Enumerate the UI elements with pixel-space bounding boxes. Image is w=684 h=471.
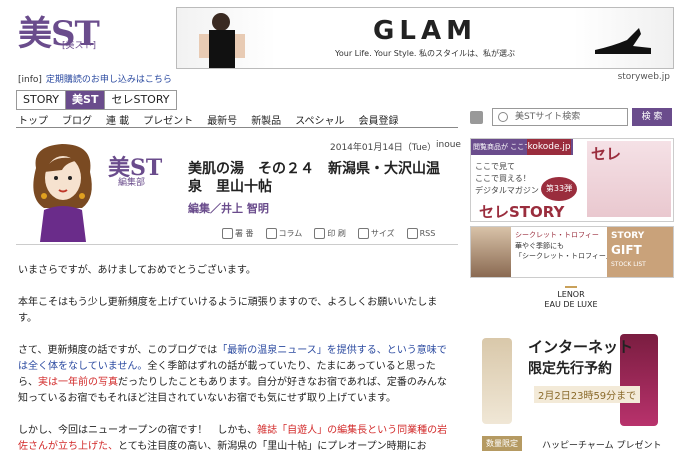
font-size-label: サイズ [370,229,395,238]
search-input[interactable]: 美STサイト検索 [492,108,628,126]
print-label: 印 刷 [327,229,346,238]
nav-new-products[interactable]: 新製品 [251,112,281,127]
ad-headline: インターネット [528,338,634,356]
model-photo [471,227,511,277]
glam-banner[interactable]: GLAM Your Life. Your Style. 私のスタイルは、私が選ぶ [176,7,674,69]
tab-celeb-story[interactable]: セレSTORY [105,91,175,109]
editorial-dept-label: 編集部 [118,178,146,188]
ad-deadline: 2月2日23時59分まで [534,386,641,403]
nav-top[interactable]: トップ [18,112,48,127]
print-icon [314,228,326,239]
site-logo-sub: [美スト] [62,41,97,51]
lenor-ad-banner[interactable]: LENOR EAU DE LUXE インターネット 限定先行予約 2月2日23時… [470,286,672,456]
brand-lenor: LENOR [557,290,585,299]
story-gift-ad-banner[interactable]: シークレット・トロフィー 華やぐ季節にも 「シークレット・トロフィー」 STOR… [470,226,674,278]
main-nav: トップ ブログ 連 載 プレゼント 最新号 新製品 スペシャル 会員登録 [18,112,458,127]
post-author: 編集／井上 智明 [188,202,269,215]
post-body: いまさらですが、あけましておめでとうございます。 本年こそはもう少し更新頻度を上… [18,263,450,471]
rss-icon [406,228,418,239]
highlight-text: 実は一年前の写真 [38,377,118,388]
nav-present[interactable]: プレゼント [143,112,193,127]
tab-bist[interactable]: 美ST [66,91,106,109]
ad-text: シークレット・トロフィー [515,231,599,239]
gift-title-gift: GIFT [611,243,642,257]
site-url-link[interactable]: storyweb.jp [618,72,670,82]
present-text: ハッピーチャーム プレゼント [542,441,662,451]
ad-text: デジタルマガジン [475,186,539,195]
magazine-cover-title: セレ [591,145,622,163]
ad-text: ここで見て [475,162,515,171]
paragraph: いまさらですが、あけましておめでとうございます。 [18,265,256,276]
product-bottle-image [482,338,512,424]
ad-headline-2: 限定先行予約 [528,361,612,377]
column-icon [265,228,277,239]
paragraph: 本年こそはもう少し更新頻度を上げていけるように頑張りますので、よろしくお願いいた… [18,297,438,324]
site-tabs: STORY 美ST セレSTORY [16,90,177,110]
header-separator [16,244,458,245]
column-button[interactable]: コラム [265,228,303,239]
search-icon [498,112,508,122]
nav-register[interactable]: 会員登録 [359,112,399,127]
site-search: 美STサイト検索 検 索 [470,108,674,128]
crown-icon [565,286,577,288]
search-button[interactable]: 検 索 [632,108,672,126]
ad-text: ここで買える！ [475,174,531,183]
gift-title-story: STORY [611,231,645,241]
nav-blog[interactable]: ブログ [62,112,92,127]
kokode-logo: kokode.jp [527,139,571,155]
ad-text: 華やぐ季節にも [515,242,564,250]
brand-eau-de-luxe: EAU DE LUXE [544,300,598,309]
editor-avatar-illustration [33,144,92,242]
font-size-button[interactable]: サイズ [357,228,395,239]
post-date: 2014年01月14日（Tue） [330,143,437,153]
nav-serial[interactable]: 連 載 [106,112,129,127]
rss-feed-icon[interactable] [470,111,483,124]
shoe-image [595,28,651,54]
subscribe-link[interactable]: 定期購読のお申し込みはこちら [46,75,172,85]
limited-badge: 数量限定 [482,436,522,451]
print-button[interactable]: 印 刷 [314,228,346,239]
post-author-handle[interactable]: inoue [436,140,461,150]
gift-subtitle: STOCK LIST [611,261,646,268]
ad-text: 「シークレット・トロフィー」 [515,252,613,260]
rss-label: RSS [419,229,436,238]
rss-button[interactable]: RSS [406,228,436,239]
bookmark-button[interactable]: 署 番 [222,228,254,239]
nav-divider [16,127,458,128]
nav-latest[interactable]: 最新号 [207,112,237,127]
post-toolbar: 署 番 コラム 印 刷 サイズ RSS [222,228,435,239]
paragraph: しかし、今回はニューオープンの宿です！ しかも、雑誌「自遊人」の編集長という同業… [18,425,448,452]
paragraph: さて、更新頻度の話ですが、このブログでは「最新の温泉ニュース」を提供する、という… [18,345,447,404]
kokode-ad-banner[interactable]: 閲覧商品が ここで買える kokode.jp ここで見て ここで買える！ デジタ… [470,138,674,222]
column-label: コラム [278,229,303,238]
info-tag: [info] [18,75,42,85]
ad-magazine-name: セレSTORY [479,203,565,221]
post-title: 美肌の湯 その２４ 新潟県・大沢山温泉 里山十帖 [188,161,440,195]
info-bar: [info] 定期購読のお申し込みはこちら [18,72,172,85]
font-size-icon [357,228,369,239]
nav-special[interactable]: スペシャル [295,112,344,127]
tab-story[interactable]: STORY [17,91,67,109]
ad-volume-badge: 第33弾 [541,177,577,201]
bookmark-label: 署 番 [235,229,254,238]
bookmark-icon [222,228,233,239]
